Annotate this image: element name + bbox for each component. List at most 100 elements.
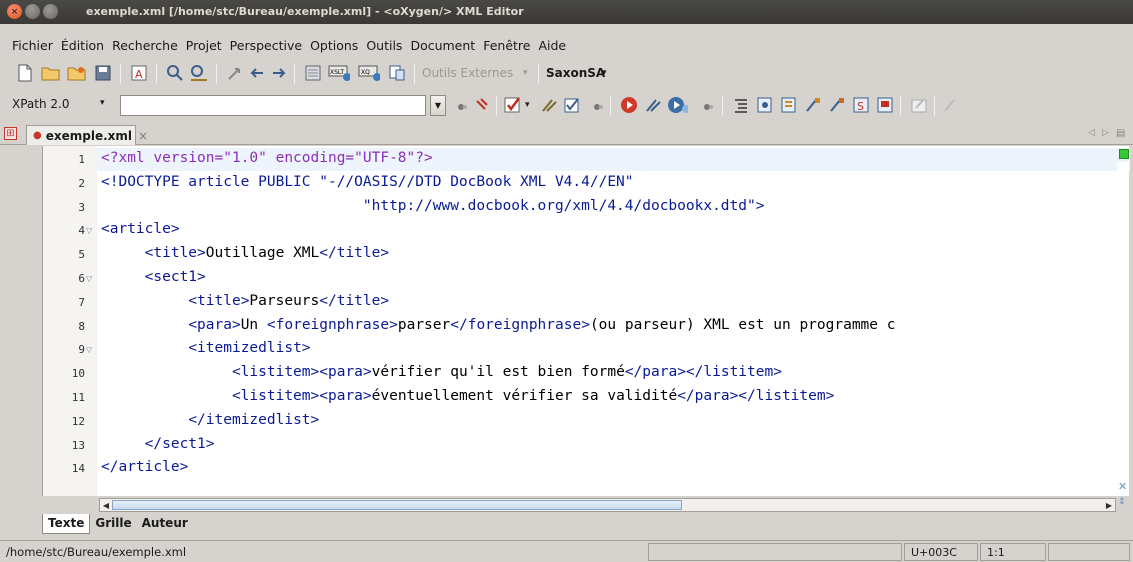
xslt-debug-icon[interactable]: XSLT	[328, 62, 350, 84]
menu-fichier[interactable]: Fichier	[8, 38, 57, 53]
horizontal-scrollbar[interactable]: ◀ ▶	[99, 498, 1116, 512]
find-in-files-icon[interactable]	[188, 62, 210, 84]
transformation-scenario-icon[interactable]	[302, 62, 324, 84]
close-split-icon[interactable]: ✕	[1118, 480, 1127, 493]
maximize-window-button[interactable]	[43, 4, 58, 19]
menu-options[interactable]: Options	[306, 38, 362, 53]
forward-arrow-icon[interactable]	[268, 62, 290, 84]
validate-document-icon[interactable]: A	[128, 62, 150, 84]
status-bar: /home/stc/Bureau/exemple.xml U+003C 1:1	[0, 540, 1133, 562]
menu-projet[interactable]: Projet	[182, 38, 226, 53]
code-line[interactable]: <?xml version="1.0" encoding="UTF-8"?>	[101, 150, 433, 166]
tab-auteur[interactable]: Auteur	[137, 514, 193, 534]
scroll-thumb[interactable]	[112, 500, 682, 510]
tag-tools-icon[interactable]	[802, 94, 824, 116]
line-number: 11	[71, 391, 85, 404]
close-tab-icon[interactable]: ×	[138, 129, 148, 143]
new-file-icon[interactable]	[14, 62, 36, 84]
chevron-down-icon[interactable]: ▾	[602, 68, 607, 78]
check-wellformed-icon[interactable]	[538, 94, 560, 116]
title-bar: × exemple.xml [/home/stc/Bureau/exemple.…	[0, 0, 1133, 24]
scroll-right-icon[interactable]: ▶	[1103, 499, 1115, 511]
xml-schema-icon[interactable]: S	[850, 94, 872, 116]
validation-options-icon[interactable]	[586, 94, 608, 116]
code-line[interactable]: <itemizedlist>	[101, 340, 310, 356]
fold-toggle-icon[interactable]: ▽	[86, 226, 92, 235]
minimize-window-button[interactable]	[25, 4, 40, 19]
tab-exemple-xml[interactable]: ● exemple.xml ×	[26, 125, 148, 145]
outils-externes-menu[interactable]: Outils Externes	[422, 66, 513, 80]
code-line[interactable]: <article>	[101, 221, 180, 237]
vertical-scrollbar[interactable]	[1117, 162, 1129, 477]
xpath-history-dropdown[interactable]: ▼	[430, 95, 446, 116]
menu-edition[interactable]: Édition	[57, 38, 108, 53]
menu-aide[interactable]: Aide	[534, 38, 570, 53]
chevron-down-icon[interactable]: ▾	[523, 68, 528, 78]
find-icon[interactable]	[164, 62, 186, 84]
run-debug-icon[interactable]	[666, 94, 688, 116]
generate-docs-icon[interactable]	[754, 94, 776, 116]
code-line[interactable]: <para>Un <foreignphrase>parser</foreignp…	[101, 317, 895, 333]
code-token: </title>	[319, 292, 390, 309]
configure-scenario-icon[interactable]	[386, 62, 408, 84]
status-extra-cell	[1048, 543, 1130, 561]
validate-icon[interactable]	[502, 94, 524, 116]
code-line[interactable]: <listitem><para>éventuellement vérifier …	[101, 388, 834, 404]
code-line[interactable]: <!DOCTYPE article PUBLIC "-//OASIS//DTD …	[101, 174, 634, 190]
tab-list-icon[interactable]: ▤	[1116, 128, 1125, 139]
code-token: </para></listitem>	[677, 388, 835, 404]
save-icon[interactable]	[92, 62, 114, 84]
disabled-tool-icon[interactable]	[940, 94, 962, 116]
run-transformation-icon[interactable]	[618, 94, 640, 116]
separator	[496, 96, 497, 116]
code-token: <title>	[144, 245, 206, 262]
open-folder-icon[interactable]	[40, 62, 62, 84]
tab-right-arrow-icon[interactable]: ▷	[1102, 128, 1109, 138]
format-indent-icon[interactable]	[730, 94, 752, 116]
separator	[414, 64, 415, 84]
apply-scenario-icon[interactable]	[642, 94, 664, 116]
debug-options-icon[interactable]	[696, 94, 718, 116]
code-line[interactable]: <title>Outillage XML</title>	[101, 245, 389, 261]
menu-document[interactable]: Document	[406, 38, 479, 53]
xpath-version-select[interactable]: XPath 2.0	[12, 97, 69, 111]
xquery-debug-icon[interactable]: XQ	[358, 62, 380, 84]
menu-perspective[interactable]: Perspective	[226, 38, 306, 53]
code-line[interactable]: <title>Parseurs</title>	[101, 293, 389, 309]
code-line[interactable]: "http://www.docbook.org/xml/4.4/docbookx…	[101, 198, 765, 214]
chevron-down-icon[interactable]: ▾	[100, 98, 105, 108]
xpath-settings-icon[interactable]	[450, 94, 472, 116]
validate-schema-icon[interactable]	[562, 94, 584, 116]
fold-toggle-icon[interactable]: ▽	[86, 274, 92, 283]
last-edit-icon[interactable]	[224, 62, 246, 84]
open-url-icon[interactable]	[66, 62, 88, 84]
code-line[interactable]: </sect1>	[101, 436, 215, 452]
text-editor[interactable]: 1 2 3 4 ▽ 5 6 ▽ 7 8 9 ▽ 10 11 12 13 14 <?xml version="1.…	[42, 146, 1130, 496]
back-arrow-icon[interactable]	[246, 62, 268, 84]
saxon-menu[interactable]: SaxonSA	[546, 66, 605, 80]
code-line[interactable]: </article>	[101, 459, 188, 475]
split-editor-icon[interactable]: ⇕	[1118, 497, 1126, 507]
close-window-button[interactable]: ×	[7, 4, 22, 19]
tab-left-arrow-icon[interactable]: ◁	[1088, 128, 1095, 138]
disabled-edit-icon[interactable]	[908, 94, 930, 116]
tab-grille[interactable]: Grille	[90, 514, 136, 534]
pin-icon[interactable]	[470, 94, 492, 116]
tag-tools-alt-icon[interactable]	[826, 94, 848, 116]
xpath-input[interactable]	[120, 95, 426, 116]
web-preview-icon[interactable]	[874, 94, 896, 116]
code-line[interactable]: <sect1>	[101, 269, 206, 285]
tab-texte[interactable]: Texte	[42, 514, 91, 534]
chevron-down-icon[interactable]: ▾	[525, 100, 530, 110]
menu-fenetre[interactable]: Fenêtre	[479, 38, 534, 53]
schema-icon[interactable]	[778, 94, 800, 116]
fold-toggle-icon[interactable]: ▽	[86, 345, 92, 354]
scroll-left-icon[interactable]: ◀	[100, 499, 112, 511]
code-line[interactable]: <listitem><para>vérifier qu'il est bien …	[101, 364, 782, 380]
menu-recherche[interactable]: Recherche	[108, 38, 182, 53]
code-line[interactable]: </itemizedlist>	[101, 412, 319, 428]
code-token: </title>	[319, 245, 390, 262]
grid-icon[interactable]: ⊞	[4, 127, 17, 140]
menu-outils[interactable]: Outils	[362, 38, 406, 53]
